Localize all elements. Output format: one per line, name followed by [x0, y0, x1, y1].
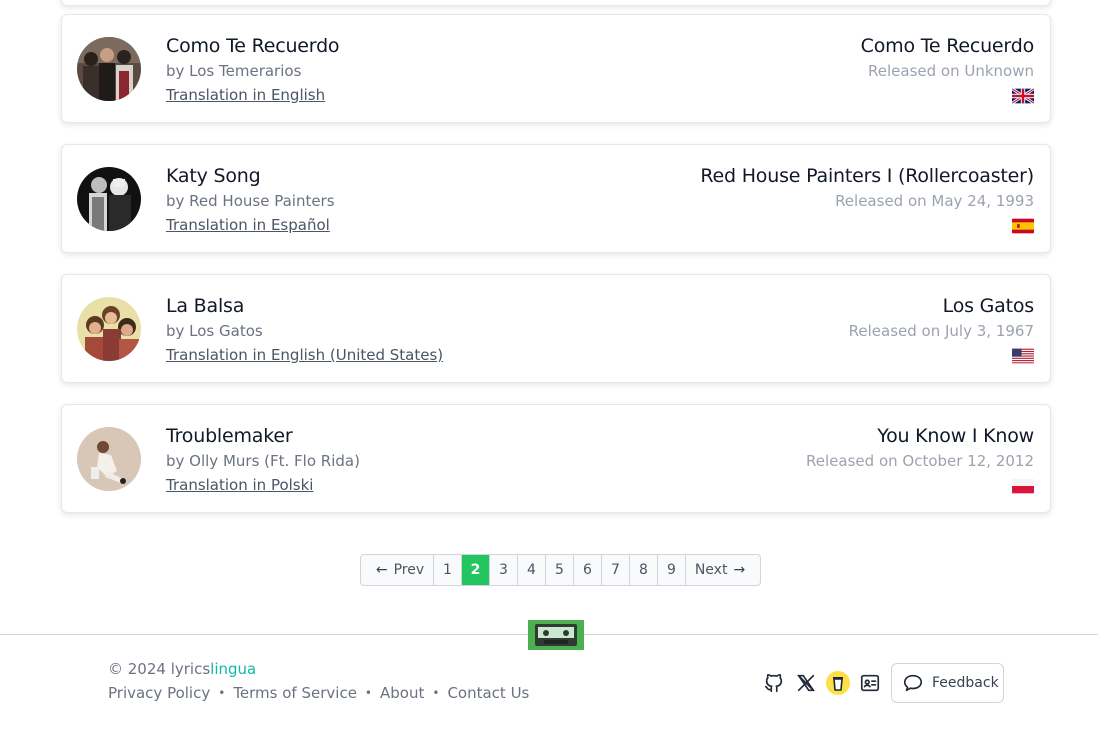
poland-flag-icon	[1012, 478, 1034, 494]
song-title[interactable]: Katy Song	[166, 163, 335, 189]
release-date: Released on Unknown	[868, 62, 1034, 80]
translation-link[interactable]: Translation in English	[166, 83, 325, 107]
buymeacoffee-icon[interactable]	[826, 671, 850, 695]
terms-of-service-link[interactable]: Terms of Service	[233, 684, 357, 702]
song-card[interactable]: Como Te Recuerdo by Los Temerarios Trans…	[61, 14, 1051, 123]
page-button-7[interactable]: 7	[602, 555, 630, 585]
artist-avatar	[77, 427, 141, 491]
artist-avatar	[77, 37, 141, 101]
song-title[interactable]: La Balsa	[166, 293, 443, 319]
album-title[interactable]: You Know I Know	[806, 423, 1034, 449]
translation-link[interactable]: Translation in Español	[166, 213, 330, 237]
uk-flag-icon	[1012, 88, 1034, 104]
separator-dot: •	[432, 686, 440, 700]
x-icon[interactable]	[794, 671, 818, 695]
about-link[interactable]: About	[380, 684, 424, 702]
arrow-left-icon: ←	[375, 562, 388, 578]
artist-name[interactable]: by Los Temerarios	[166, 59, 339, 83]
chat-bubble-icon	[903, 674, 923, 692]
page-button-5[interactable]: 5	[546, 555, 574, 585]
translation-link[interactable]: Translation in Polski	[166, 473, 313, 497]
translation-link[interactable]: Translation in English (United States)	[166, 343, 443, 367]
page-button-8[interactable]: 8	[630, 555, 658, 585]
separator-dot: •	[364, 686, 372, 700]
copyright: © 2024 lyricslingua	[108, 660, 256, 678]
brand-accent-text: lingua	[210, 660, 257, 678]
page-button-2-current[interactable]: 2	[462, 555, 490, 585]
page-button-3[interactable]: 3	[490, 555, 518, 585]
song-card[interactable]: La Balsa by Los Gatos Translation in Eng…	[61, 274, 1051, 383]
feedback-button[interactable]: Feedback	[891, 663, 1004, 703]
pagination: ← Prev 1 2 3 4 5 6 7 8 9 Next →	[360, 554, 761, 586]
contact-us-link[interactable]: Contact Us	[447, 684, 529, 702]
page-button-9[interactable]: 9	[658, 555, 686, 585]
separator-dot: •	[218, 686, 226, 700]
song-title[interactable]: Como Te Recuerdo	[166, 33, 340, 59]
usa-flag-icon	[1012, 348, 1034, 364]
id-card-icon[interactable]	[858, 671, 882, 695]
github-icon[interactable]	[762, 671, 786, 695]
next-label: Next	[694, 562, 728, 578]
cassette-logo-icon	[528, 620, 584, 650]
privacy-policy-link[interactable]: Privacy Policy	[108, 684, 210, 702]
artist-name[interactable]: by Red House Painters	[166, 189, 335, 213]
album-title[interactable]: Los Gatos	[849, 293, 1035, 319]
release-date: Released on July 3, 1967	[848, 322, 1034, 340]
song-card[interactable]: Troublemaker by Olly Murs (Ft. Flo Rida)…	[61, 404, 1051, 513]
page-button-4[interactable]: 4	[518, 555, 546, 585]
release-date: Released on May 24, 1993	[835, 192, 1034, 210]
page-button-6[interactable]: 6	[574, 555, 602, 585]
copyright-text: © 2024 lyrics	[108, 660, 211, 678]
artist-name[interactable]: by Los Gatos	[166, 319, 443, 343]
artist-avatar	[77, 297, 141, 361]
artist-avatar	[77, 167, 141, 231]
prev-page-button[interactable]: ← Prev	[361, 555, 434, 585]
prev-label: Prev	[393, 562, 425, 578]
page-button-1[interactable]: 1	[434, 555, 462, 585]
previous-song-card-edge	[61, 0, 1051, 6]
album-title[interactable]: Red House Painters I (Rollercoaster)	[700, 163, 1034, 189]
album-title[interactable]: Como Te Recuerdo	[861, 33, 1035, 59]
artist-name[interactable]: by Olly Murs (Ft. Flo Rida)	[166, 449, 360, 473]
release-date: Released on October 12, 2012	[806, 452, 1034, 470]
song-card[interactable]: Katy Song by Red House Painters Translat…	[61, 144, 1051, 253]
feedback-label: Feedback	[932, 675, 999, 691]
next-page-button[interactable]: Next →	[686, 555, 760, 585]
arrow-right-icon: →	[733, 562, 746, 578]
footer-links: Privacy Policy • Terms of Service • Abou…	[108, 684, 529, 702]
song-title[interactable]: Troublemaker	[166, 423, 360, 449]
spain-flag-icon	[1012, 218, 1034, 234]
